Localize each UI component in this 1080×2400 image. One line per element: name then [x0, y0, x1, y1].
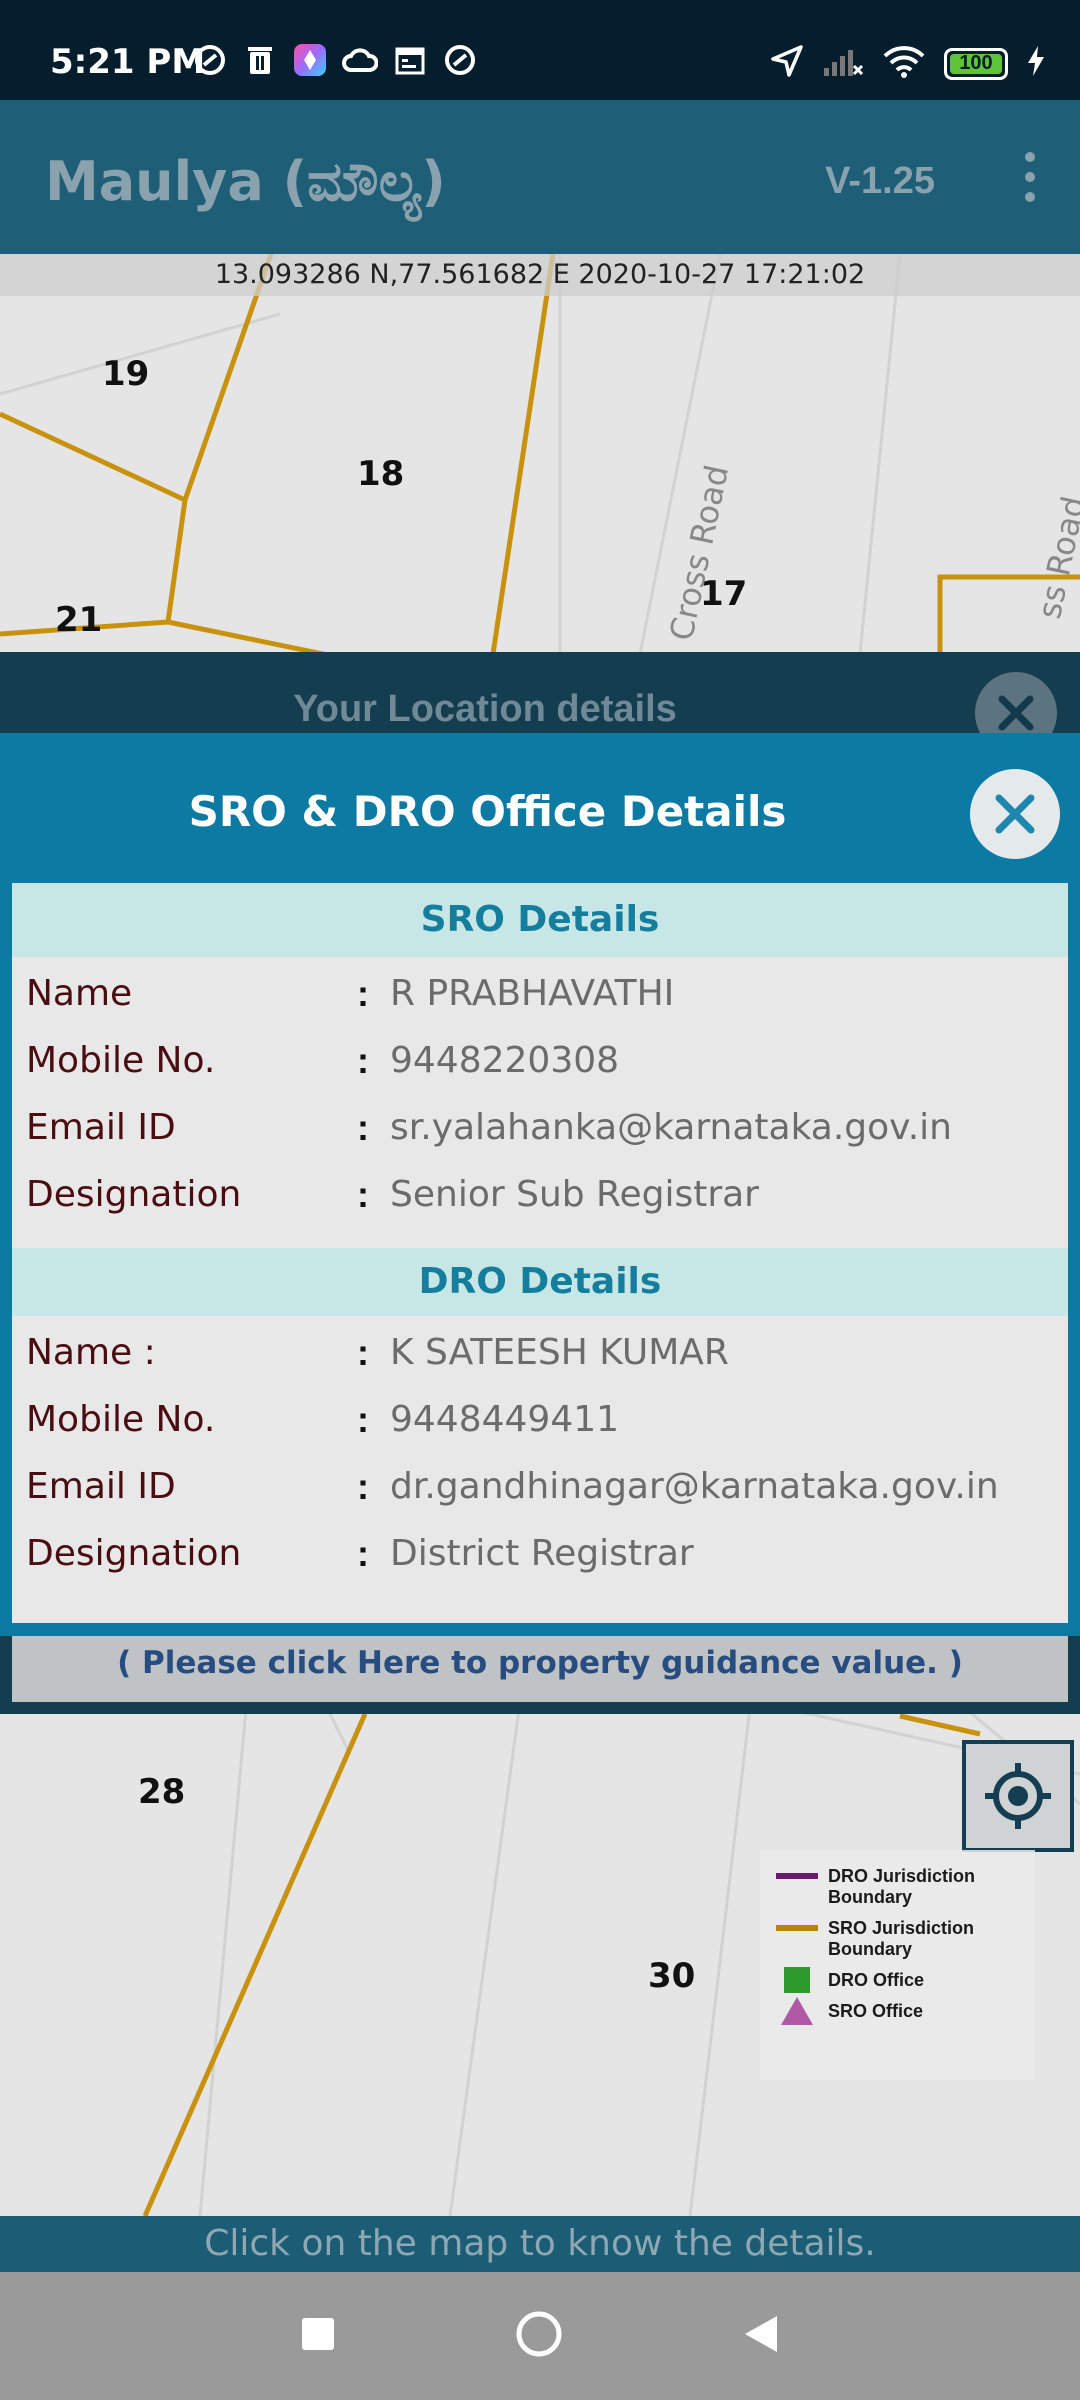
row-colon: :: [357, 973, 369, 1014]
sro-details-heading: SRO Details: [12, 883, 1068, 957]
sro-mobile-row: Mobile No. : 9448220308: [12, 1024, 1068, 1091]
row-colon: :: [357, 1174, 369, 1215]
dro-email-row: Email ID : dr.gandhinagar@karnataka.gov.…: [12, 1450, 1068, 1517]
row-value[interactable]: 9448220308: [390, 1040, 619, 1081]
trash-icon: [242, 42, 278, 78]
row-label: Name: [26, 973, 133, 1014]
map-hint: Click on the map to know the details.: [0, 2216, 1080, 2272]
office-details-dialog: SRO & DRO Office Details SRO Details Nam…: [0, 733, 1080, 1636]
system-icons: 100: [770, 44, 1046, 83]
row-label: Email ID: [26, 1107, 176, 1148]
row-value[interactable]: 9448449411: [390, 1399, 619, 1440]
row-value: R PRABHAVATHI: [390, 973, 675, 1014]
row-label: Designation: [26, 1174, 242, 1215]
square-icon: [302, 2317, 334, 2350]
status-time: 5:21 PM: [50, 42, 206, 82]
dro-mobile-row: Mobile No. : 9448449411: [12, 1383, 1068, 1450]
row-label: Mobile No.: [26, 1040, 216, 1081]
legend-item: DRO Jurisdiction Boundary: [776, 1866, 1035, 1908]
legend-item: DRO Office: [776, 1967, 1035, 1993]
dro-details-heading: DRO Details: [12, 1248, 1068, 1316]
cloud-icon: [342, 42, 378, 78]
circle-icon: [516, 2311, 562, 2356]
dro-name-row: Name : : K SATEESH KUMAR: [12, 1316, 1068, 1383]
at-sign-icon-2: [442, 42, 478, 78]
crosshair-icon: [985, 1763, 1051, 1829]
row-colon: :: [357, 1107, 369, 1148]
notification-icons: [192, 42, 478, 78]
plot-label: 21: [55, 600, 103, 640]
row-colon: :: [357, 1332, 369, 1373]
battery-level: 100: [959, 52, 993, 74]
guidance-value-link[interactable]: ( Please click Here to property guidance…: [12, 1632, 1068, 1702]
home-button[interactable]: [515, 2310, 563, 2363]
row-value: District Registrar: [390, 1533, 694, 1574]
sro-designation-row: Designation : Senior Sub Registrar: [12, 1158, 1068, 1248]
location-details-title: Your Location details: [293, 688, 677, 730]
app-title: Maulya (ಮೌಲ್ಯ): [45, 150, 446, 213]
row-colon: :: [357, 1399, 369, 1440]
plot-label: 28: [138, 1772, 186, 1812]
sro-office-triangle-icon: [776, 1997, 818, 2025]
sro-name-row: Name : R PRABHAVATHI: [12, 957, 1068, 1024]
back-button[interactable]: [743, 2314, 779, 2359]
row-colon: :: [357, 1040, 369, 1081]
close-icon: [998, 695, 1034, 731]
dialog-title: SRO & DRO Office Details: [188, 787, 787, 836]
row-value: Senior Sub Registrar: [390, 1174, 759, 1215]
overflow-menu-icon[interactable]: [1020, 152, 1040, 202]
legend-item: SRO Office: [776, 1997, 1035, 2025]
dro-designation-row: Designation : District Registrar: [12, 1517, 1068, 1584]
legend-label: DRO Office: [828, 1970, 925, 1990]
row-value: K SATEESH KUMAR: [390, 1332, 729, 1373]
navigation-bar: [0, 2272, 1080, 2400]
row-value[interactable]: dr.gandhinagar@karnataka.gov.in: [390, 1466, 999, 1507]
status-bar: 5:21 PM 100: [0, 0, 1080, 100]
my-location-button[interactable]: [962, 1740, 1074, 1852]
row-value[interactable]: sr.yalahanka@karnataka.gov.in: [390, 1107, 952, 1148]
legend-label: SRO Jurisdiction Boundary: [828, 1918, 975, 1959]
wifi-icon: [882, 44, 926, 83]
row-label: Mobile No.: [26, 1399, 216, 1440]
at-sign-icon: [192, 42, 228, 78]
app-icon: [292, 42, 328, 78]
sro-email-row: Email ID : sr.yalahanka@karnataka.gov.in: [12, 1091, 1068, 1158]
legend-label: SRO Office: [828, 2001, 924, 2021]
sro-boundary-swatch: [776, 1918, 818, 1938]
dro-office-swatch: [776, 1967, 818, 1993]
dialog-close-button[interactable]: [970, 769, 1060, 859]
charging-icon: [1026, 45, 1046, 82]
row-label: Email ID: [26, 1466, 176, 1507]
dialog-body: SRO Details Name : R PRABHAVATHI Mobile …: [12, 883, 1068, 1623]
coordinates-bar: 13.093286 N,77.561682 E 2020-10-27 17:21…: [0, 254, 1080, 296]
plot-label: 30: [648, 1956, 696, 1996]
triangle-back-icon: [745, 2315, 777, 2352]
plot-label: 18: [357, 454, 405, 494]
legend-label: DRO Jurisdiction Boundary: [828, 1866, 976, 1907]
row-label: Designation: [26, 1533, 242, 1574]
location-arrow-icon: [770, 44, 804, 83]
close-icon: [995, 794, 1035, 834]
signal-icon: [822, 44, 864, 83]
row-colon: :: [357, 1533, 369, 1574]
app-bar: Maulya (ಮೌಲ್ಯ) V-1.25: [0, 100, 1080, 254]
recents-button[interactable]: [301, 2317, 335, 2356]
battery-icon: 100: [944, 47, 1008, 80]
legend-item: SRO Jurisdiction Boundary: [776, 1918, 1035, 1960]
map-legend: DRO Jurisdiction Boundary SRO Jurisdicti…: [760, 1850, 1035, 2080]
app-version: V-1.25: [825, 160, 935, 202]
row-colon: :: [357, 1466, 369, 1507]
row-label: Name :: [26, 1332, 156, 1373]
plot-label: 19: [102, 354, 150, 394]
calendar-icon: [392, 42, 428, 78]
dro-boundary-swatch: [776, 1866, 818, 1886]
